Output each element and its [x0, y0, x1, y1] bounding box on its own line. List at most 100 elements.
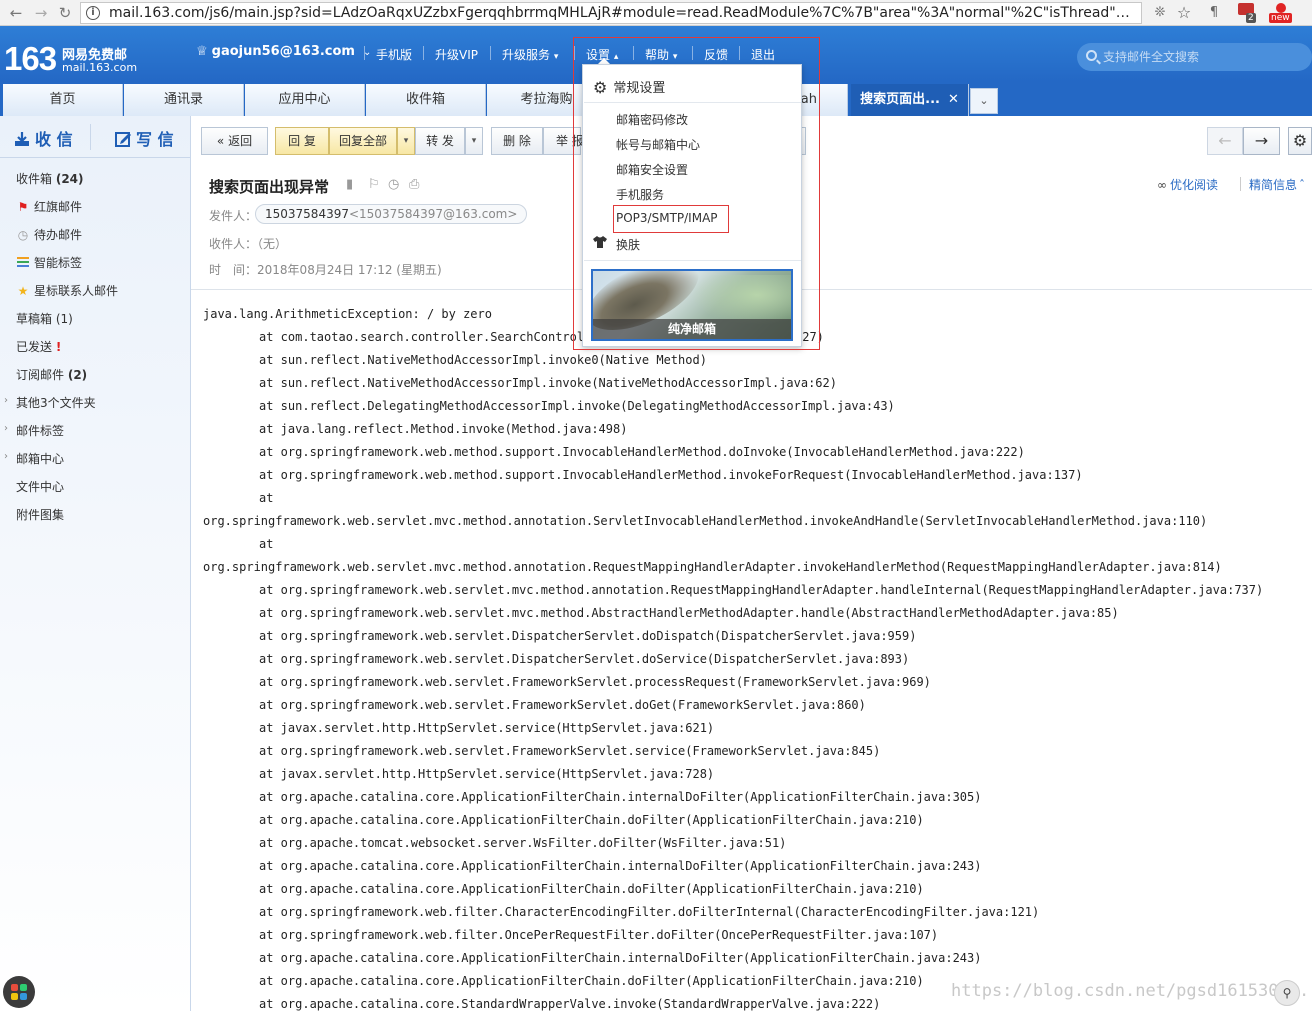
subscribed-count: (2) — [67, 368, 88, 382]
optimized-reading-link[interactable]: ∞ 优化阅读 — [1157, 176, 1218, 193]
tag-icon — [16, 256, 30, 270]
inbox-count: (24) — [55, 172, 84, 186]
mobile-link[interactable]: 手机版 — [376, 46, 412, 63]
sender-label: 发件人： — [209, 209, 258, 223]
clock-outline-icon[interactable]: ◷ — [388, 177, 399, 192]
bookmark-icon[interactable]: ▮ — [346, 177, 353, 192]
stack-trace-text: at — [259, 491, 274, 505]
tab-inbox[interactable]: 收件箱 — [366, 84, 486, 116]
tab-home[interactable]: 首页 — [3, 84, 123, 116]
stack-trace-text: at org.apache.catalina.core.ApplicationF… — [259, 882, 924, 896]
reply-all-button[interactable]: 回复全部 — [329, 127, 397, 155]
stack-trace-text: at sun.reflect.NativeMethodAccessorImpl.… — [259, 376, 837, 390]
zoom-icon[interactable]: ⚲ — [1274, 980, 1300, 1006]
delete-button[interactable]: 删 除 — [491, 127, 543, 155]
reply-dropdown-chevron-icon[interactable]: ▾ — [397, 127, 415, 155]
stack-trace-text: at org.apache.catalina.core.ApplicationF… — [259, 974, 924, 988]
stack-trace-text: at org.springframework.web.servlet.Dispa… — [259, 652, 910, 666]
tab-app-center[interactable]: 应用中心 — [245, 84, 365, 116]
back-button[interactable]: « 返回 — [201, 127, 268, 155]
paragraph-icon[interactable]: ¶ — [1205, 3, 1223, 23]
stack-trace-line: at — [203, 533, 1308, 556]
logo-number: 163 — [4, 40, 57, 77]
tab-current-mail[interactable]: 搜索页面出... ✕ — [851, 84, 969, 116]
sender-chip[interactable]: 15037584397<15037584397@163.com> — [255, 204, 528, 224]
tab-more-chevron-icon[interactable]: ⌄ — [970, 88, 998, 114]
back-label: 返回 — [228, 134, 253, 148]
todo-label: 待办邮件 — [34, 228, 83, 242]
previous-mail-arrow-icon[interactable]: ← — [1207, 127, 1243, 155]
stack-trace-text: at org.springframework.web.method.suppor… — [259, 468, 1083, 482]
upgrade-service-menu[interactable]: 升级服务 ▾ — [502, 46, 558, 63]
reload-icon[interactable]: ↻ — [55, 3, 75, 23]
upgrade-vip-link[interactable]: 升级VIP — [435, 46, 478, 63]
stack-trace-line: at org.apache.catalina.core.ApplicationF… — [203, 786, 1308, 809]
info-icon[interactable]: i — [86, 6, 100, 20]
sidebar-item-star-contacts[interactable]: ★ 星标联系人邮件 — [16, 282, 118, 299]
smart-tags-label: 智能标签 — [34, 256, 83, 270]
flag-outline-icon[interactable]: ⚐ — [368, 177, 380, 192]
stack-trace-text: at org.springframework.web.filter.Charac… — [259, 905, 1040, 919]
mail-search-box[interactable] — [1077, 43, 1312, 71]
star-icon[interactable]: ☆ — [1174, 3, 1194, 23]
double-chevron-left-icon: « — [216, 134, 225, 148]
tab-contacts[interactable]: 通讯录 — [124, 84, 244, 116]
receive-label: 收 信 — [35, 130, 73, 149]
abp-badge: 2 — [1246, 13, 1256, 23]
stack-trace-text: java.lang.ArithmeticException: / by zero — [203, 307, 492, 321]
sidebar-item-sent[interactable]: 已发送 ! — [16, 338, 61, 355]
print-icon[interactable]: ⎙ — [409, 177, 419, 192]
sidebar-item-attachments[interactable]: 附件图集 — [16, 506, 64, 523]
address-bar[interactable]: i mail.163.com/js6/main.jsp?sid=LAdzOaRq… — [80, 2, 1142, 24]
receive-button[interactable]: 收 信 — [14, 126, 73, 150]
highlight-box-settings — [573, 37, 820, 350]
gear-icon[interactable]: ⚙ — [1288, 127, 1312, 155]
highlight-box-pop3 — [613, 205, 729, 233]
stack-trace-text: at org.apache.tomcat.websocket.server.Ws… — [259, 836, 787, 850]
forward-icon[interactable]: → — [31, 3, 51, 23]
chevron-right-icon[interactable]: › — [4, 423, 8, 434]
chevron-right-icon[interactable]: › — [4, 395, 8, 406]
chevron-right-icon[interactable]: › — [4, 451, 8, 462]
stack-trace-line: at org.apache.catalina.core.ApplicationF… — [203, 878, 1308, 901]
stack-trace-text: at org.apache.catalina.core.StandardWrap… — [259, 997, 881, 1011]
sidebar-item-subscribed[interactable]: 订阅邮件 (2) — [16, 366, 87, 383]
abp-extension-icon[interactable]: 2 — [1236, 3, 1260, 23]
sidebar-item-todo[interactable]: ◷ 待办邮件 — [16, 226, 82, 243]
stack-trace-text: at org.springframework.web.servlet.Frame… — [259, 744, 881, 758]
search-input[interactable] — [1103, 48, 1303, 66]
user-account-menu[interactable]: ♕ gaojun56@163.com ⌄ — [196, 44, 371, 59]
notification-extension-icon[interactable]: new — [1266, 3, 1294, 23]
close-icon[interactable]: ✕ — [948, 92, 959, 107]
stack-trace-line: at org.springframework.web.servlet.Dispa… — [203, 625, 1308, 648]
write-button[interactable]: 写 信 — [115, 126, 174, 150]
stack-trace-line: at org.springframework.web.method.suppor… — [203, 464, 1308, 487]
tab-current-mail-label: 搜索页面出... — [860, 92, 940, 107]
brief-info-toggle[interactable]: 精简信息 ˆ — [1249, 176, 1305, 193]
stack-trace-line: at org.springframework.web.filter.Charac… — [203, 901, 1308, 924]
time-row: 时 间：2018年08月24日 17:12 (星期五) — [209, 261, 442, 278]
stack-trace-line: at org.springframework.web.method.suppor… — [203, 441, 1308, 464]
forward-button[interactable]: 转 发 — [415, 127, 465, 155]
sidebar-item-other-folders[interactable]: 其他3个文件夹 — [16, 394, 96, 411]
new-badge: new — [1269, 13, 1292, 23]
sidebar-item-red-flag[interactable]: ⚑ 红旗邮件 — [16, 198, 82, 215]
url-text[interactable]: mail.163.com/js6/main.jsp?sid=LAdzOaRqxU… — [109, 5, 1139, 21]
sidebar-item-mail-tags[interactable]: 邮件标签 — [16, 422, 64, 439]
crown-icon: ♕ — [196, 44, 208, 59]
apps-icon[interactable] — [3, 976, 35, 1008]
forward-dropdown-chevron-icon[interactable]: ▾ — [465, 127, 483, 155]
stack-trace-line: at org.apache.tomcat.websocket.server.Ws… — [203, 832, 1308, 855]
stack-trace-line: at sun.reflect.DelegatingMethodAccessorI… — [203, 395, 1308, 418]
sidebar-item-drafts[interactable]: 草稿箱 (1) — [16, 310, 73, 327]
stack-trace-line: at sun.reflect.NativeMethodAccessorImpl.… — [203, 349, 1308, 372]
sidebar-item-inbox[interactable]: 收件箱 (24) — [16, 170, 84, 187]
next-mail-arrow-icon[interactable]: → — [1243, 127, 1280, 155]
reply-button[interactable]: 回 复 — [275, 127, 329, 155]
sidebar-item-file-center[interactable]: 文件中心 — [16, 478, 64, 495]
stack-trace-text: at org.springframework.web.servlet.Frame… — [259, 698, 866, 712]
back-icon[interactable]: ← — [6, 3, 26, 23]
sidebar-item-mailbox-center[interactable]: 邮箱中心 — [16, 450, 64, 467]
sidebar-item-smart-tags[interactable]: 智能标签 — [16, 254, 82, 271]
extension-icon[interactable]: ❊ — [1150, 3, 1170, 23]
